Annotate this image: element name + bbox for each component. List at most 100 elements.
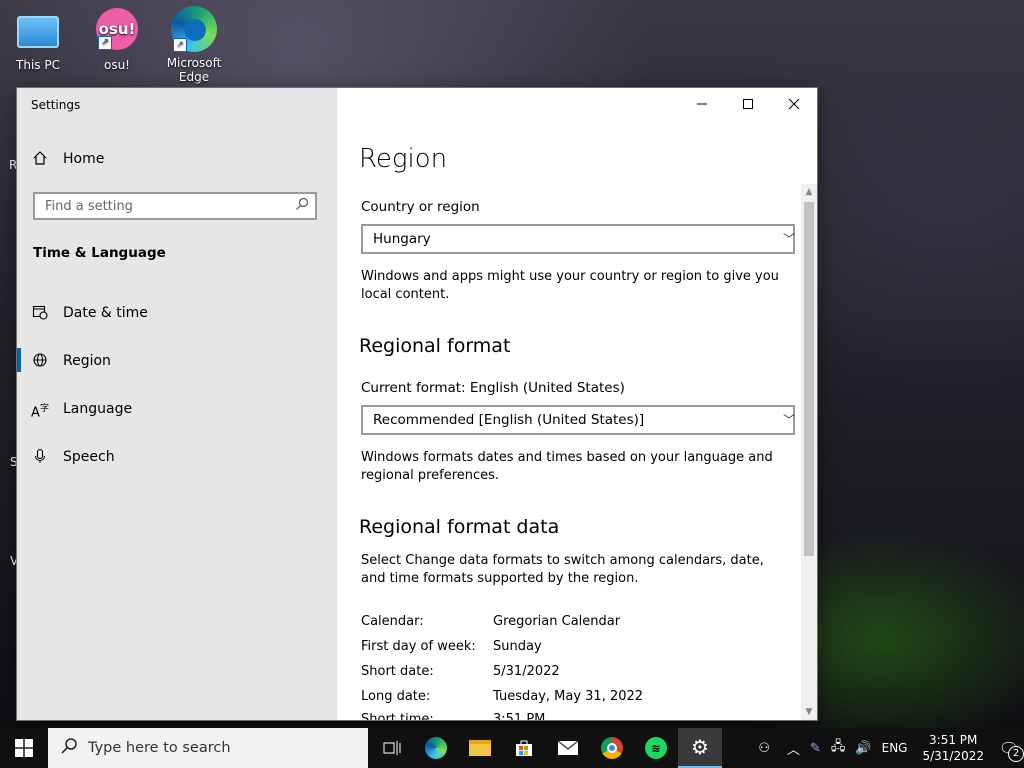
edge-icon: ↗ (171, 6, 217, 52)
settings-sidebar: Settings Home Time & Language Date & tim… (17, 88, 337, 720)
pen-icon[interactable]: ✎ (810, 741, 821, 756)
current-format-label: Current format: English (United States) (361, 380, 625, 396)
sidebar-item-label: Home (63, 151, 105, 167)
sidebar-item-label: Language (63, 401, 133, 417)
task-view-icon (383, 741, 401, 755)
edge-taskbar-button[interactable] (414, 728, 458, 768)
folder-icon (469, 740, 491, 756)
sidebar-item-label: Date & time (63, 305, 148, 321)
store-button[interactable] (502, 728, 546, 768)
sidebar-item-speech[interactable]: Speech (31, 445, 115, 469)
edge-icon (425, 737, 447, 759)
desktop-icon-label: Edge (178, 70, 210, 84)
desktop-icon-label: This PC (16, 58, 60, 72)
regional-format-heading: Regional format (359, 335, 511, 357)
section-title: Time & Language (33, 245, 166, 261)
desktop-icon-osu[interactable]: osu! ↗ osu! (85, 8, 149, 72)
file-explorer-button[interactable] (458, 728, 502, 768)
sidebar-item-language[interactable]: A字 Language (31, 397, 132, 421)
format-data-row: Calendar: Gregorian Calendar (361, 614, 620, 629)
language-indicator[interactable]: ENG (882, 741, 908, 755)
clock-time: 3:51 PM (929, 733, 978, 747)
volume-icon[interactable]: 🔊 (855, 741, 871, 756)
taskbar-search-input[interactable] (86, 739, 360, 757)
format-data-key: First day of week: (361, 639, 476, 654)
settings-content: Region Country or region Hungary ﹀ Windo… (337, 88, 817, 720)
scrollbar-thumb[interactable] (804, 202, 814, 556)
start-button[interactable] (0, 728, 48, 768)
format-data-heading: Regional format data (359, 516, 560, 538)
chevron-down-icon: ﹀ (782, 232, 795, 246)
sidebar-item-label: Region (63, 353, 111, 369)
sidebar-item-home[interactable]: Home (31, 150, 104, 168)
store-icon (516, 740, 532, 756)
close-button[interactable] (771, 88, 817, 120)
notification-center-button[interactable]: 🗨 2 (994, 739, 1024, 762)
format-description: Windows formats dates and times based on… (361, 450, 773, 483)
chevron-down-icon: ﹀ (782, 413, 795, 427)
desktop-icon-label: Microsoft (166, 56, 222, 70)
format-data-row: First day of week: Sunday (361, 639, 542, 654)
mail-icon (557, 740, 579, 755)
find-setting-search[interactable] (33, 192, 317, 220)
format-data-value: 3:51 PM (493, 712, 546, 720)
taskbar: ≋ ⚙ ⚇ ︿ ✎ 🖧 🔊 ENG 3:51 PM 5/31/2022 🗨 2 (0, 728, 1024, 768)
network-icon[interactable]: 🖧 (831, 737, 846, 759)
desktop-icon-edge[interactable]: ↗ Microsoft Edge (162, 6, 226, 84)
desktop-icon-this-pc[interactable]: This PC (6, 8, 70, 72)
scroll-up-icon[interactable]: ▲ (801, 184, 817, 200)
taskbar-search[interactable] (48, 728, 368, 768)
globe-icon (31, 352, 49, 370)
task-view-button[interactable] (370, 728, 414, 768)
chevron-up-icon[interactable]: ︿ (787, 739, 800, 758)
country-label: Country or region (361, 199, 480, 215)
country-value: Hungary (373, 231, 431, 247)
clock[interactable]: 3:51 PM 5/31/2022 (922, 732, 984, 764)
format-data-key: Long date: (361, 689, 431, 704)
notification-count: 2 (1008, 745, 1024, 762)
shortcut-arrow-icon: ↗ (173, 38, 187, 52)
format-data-value: Tuesday, May 31, 2022 (493, 689, 644, 704)
system-tray: ⚇ ︿ ✎ 🖧 🔊 ENG 3:51 PM 5/31/2022 🗨 2 (753, 728, 1024, 768)
format-data-description: Select Change data formats to switch amo… (361, 553, 764, 586)
sidebar-item-region[interactable]: Region (31, 349, 111, 373)
gear-icon: ⚙ (691, 735, 709, 759)
format-data-row: Long date: Tuesday, May 31, 2022 (361, 689, 643, 704)
sidebar-item-date-time[interactable]: Date & time (31, 301, 148, 325)
format-data-key: Short date: (361, 664, 434, 679)
search-icon[interactable] (295, 197, 309, 215)
vertical-scrollbar[interactable]: ▲ ▼ (801, 184, 817, 720)
desktop-icon-label: osu! (103, 58, 130, 72)
scroll-down-icon[interactable]: ▼ (801, 704, 817, 720)
spotify-button[interactable]: ≋ (634, 728, 678, 768)
window-controls (679, 88, 817, 120)
format-data-value: 5/31/2022 (493, 664, 560, 679)
microphone-icon (31, 448, 49, 466)
maximize-button[interactable] (725, 88, 771, 120)
mail-button[interactable] (546, 728, 590, 768)
calendar-clock-icon (31, 304, 49, 322)
selection-indicator (17, 348, 21, 372)
language-icon: A字 (31, 404, 49, 421)
spotify-icon: ≋ (645, 737, 667, 759)
country-dropdown[interactable]: Hungary ﹀ (361, 224, 795, 254)
chrome-icon (601, 737, 623, 759)
osu-icon: osu! ↗ (96, 8, 138, 50)
settings-taskbar-button[interactable]: ⚙ (678, 728, 722, 768)
settings-window: Settings Home Time & Language Date & tim… (17, 88, 817, 720)
format-data-value: Sunday (493, 639, 542, 654)
home-icon (31, 150, 49, 168)
format-data-value: Gregorian Calendar (493, 614, 621, 629)
format-dropdown[interactable]: Recommended [English (United States)] ﹀ (361, 405, 795, 435)
window-title: Settings (31, 98, 81, 112)
clock-date: 5/31/2022 (922, 749, 984, 763)
computer-icon (17, 16, 59, 48)
people-icon[interactable]: ⚇ (758, 741, 770, 756)
chrome-button[interactable] (590, 728, 634, 768)
find-setting-input[interactable] (35, 194, 295, 218)
minimize-button[interactable] (679, 88, 725, 120)
format-data-key: Calendar: (361, 614, 424, 629)
format-data-key: Short time: (361, 712, 434, 720)
format-data-row: Short time: 3:51 PM (361, 712, 545, 720)
page-title: Region (359, 144, 448, 174)
